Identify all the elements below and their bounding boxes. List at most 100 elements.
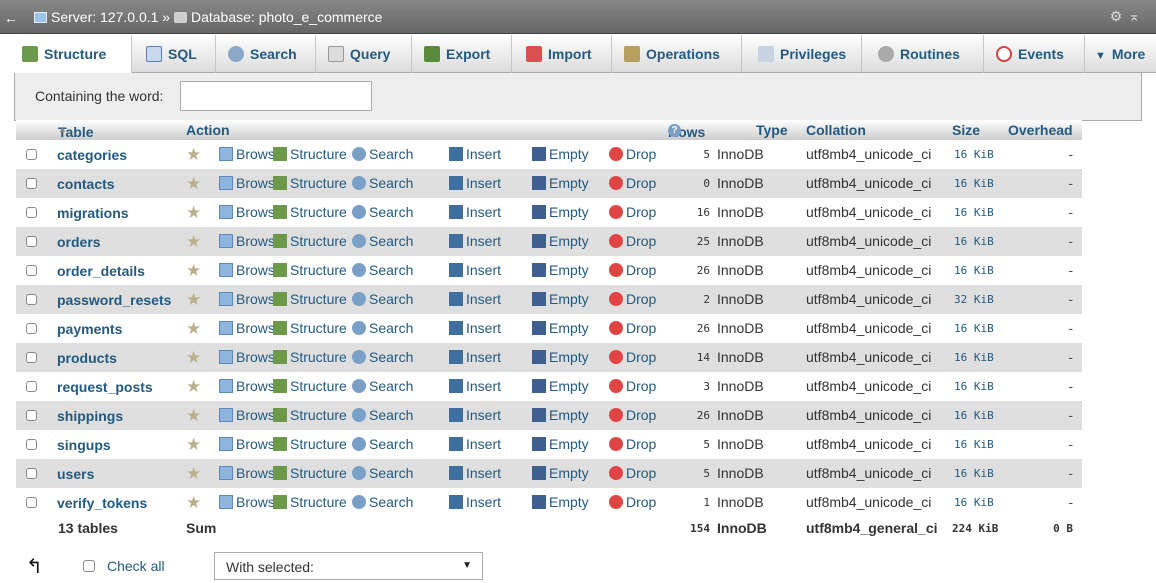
action-search[interactable]: Search xyxy=(352,204,413,220)
favorite-star-icon[interactable]: ★ xyxy=(186,319,201,339)
action-empty[interactable]: Empty xyxy=(532,320,589,336)
row-checkbox[interactable] xyxy=(26,439,37,450)
breadcrumb-database[interactable]: Database: photo_e_commerce xyxy=(191,9,382,25)
action-search[interactable]: Search xyxy=(352,349,413,365)
action-structure[interactable]: Structure xyxy=(273,349,347,365)
table-name-link[interactable]: orders xyxy=(57,234,101,250)
action-empty[interactable]: Empty xyxy=(532,349,589,365)
table-size[interactable]: 16 KiB xyxy=(954,206,994,219)
action-structure[interactable]: Structure xyxy=(273,494,347,510)
header-type[interactable]: Type xyxy=(756,122,788,138)
action-structure[interactable]: Structure xyxy=(273,320,347,336)
row-checkbox[interactable] xyxy=(26,323,37,334)
tab-privileges[interactable]: Privileges xyxy=(742,35,862,73)
action-search[interactable]: Search xyxy=(352,378,413,394)
favorite-star-icon[interactable]: ★ xyxy=(186,464,201,484)
action-search[interactable]: Search xyxy=(352,291,413,307)
favorite-star-icon[interactable]: ★ xyxy=(186,377,201,397)
action-insert[interactable]: Insert xyxy=(449,291,501,307)
action-insert[interactable]: Insert xyxy=(449,436,501,452)
tab-query[interactable]: Query xyxy=(316,35,412,73)
with-selected-dropdown[interactable]: With selected: ▼ xyxy=(214,552,483,580)
action-insert[interactable]: Insert xyxy=(449,204,501,220)
collapse-top-icon[interactable]: ⌅ xyxy=(1128,8,1146,24)
filter-input[interactable] xyxy=(180,81,372,111)
favorite-star-icon[interactable]: ★ xyxy=(186,493,201,513)
table-name-link[interactable]: shippings xyxy=(57,408,123,424)
help-icon[interactable]: ? xyxy=(668,124,681,137)
tab-structure[interactable]: Structure xyxy=(12,35,132,73)
action-empty[interactable]: Empty xyxy=(532,204,589,220)
action-search[interactable]: Search xyxy=(352,436,413,452)
action-structure[interactable]: Structure xyxy=(273,262,347,278)
action-insert[interactable]: Insert xyxy=(449,175,501,191)
table-size[interactable]: 16 KiB xyxy=(954,409,994,422)
table-name-link[interactable]: products xyxy=(57,350,117,366)
row-checkbox[interactable] xyxy=(26,468,37,479)
header-collation[interactable]: Collation xyxy=(806,122,866,138)
action-insert[interactable]: Insert xyxy=(449,146,501,162)
action-search[interactable]: Search xyxy=(352,407,413,423)
header-size[interactable]: Size xyxy=(952,122,980,138)
tab-sql[interactable]: SQL xyxy=(132,35,216,73)
action-search[interactable]: Search xyxy=(352,233,413,249)
table-name-link[interactable]: request_posts xyxy=(57,379,153,395)
favorite-star-icon[interactable]: ★ xyxy=(186,261,201,281)
action-empty[interactable]: Empty xyxy=(532,494,589,510)
table-size[interactable]: 32 KiB xyxy=(954,293,994,306)
action-structure[interactable]: Structure xyxy=(273,146,347,162)
table-name-link[interactable]: verify_tokens xyxy=(57,495,147,511)
row-checkbox[interactable] xyxy=(26,381,37,392)
favorite-star-icon[interactable]: ★ xyxy=(186,406,201,426)
table-name-link[interactable]: payments xyxy=(57,321,122,337)
action-search[interactable]: Search xyxy=(352,175,413,191)
action-insert[interactable]: Insert xyxy=(449,320,501,336)
row-checkbox[interactable] xyxy=(26,236,37,247)
action-structure[interactable]: Structure xyxy=(273,291,347,307)
action-insert[interactable]: Insert xyxy=(449,465,501,481)
row-checkbox[interactable] xyxy=(26,410,37,421)
table-name-link[interactable]: singups xyxy=(57,437,111,453)
row-checkbox[interactable] xyxy=(26,207,37,218)
action-insert[interactable]: Insert xyxy=(449,378,501,394)
action-search[interactable]: Search xyxy=(352,465,413,481)
action-empty[interactable]: Empty xyxy=(532,175,589,191)
action-search[interactable]: Search xyxy=(352,320,413,336)
action-structure[interactable]: Structure xyxy=(273,378,347,394)
row-checkbox[interactable] xyxy=(26,265,37,276)
table-size[interactable]: 16 KiB xyxy=(954,235,994,248)
tab-routines[interactable]: Routines xyxy=(862,35,984,73)
table-name-link[interactable]: users xyxy=(57,466,94,482)
row-checkbox[interactable] xyxy=(26,149,37,160)
action-structure[interactable]: Structure xyxy=(273,233,347,249)
row-checkbox[interactable] xyxy=(26,178,37,189)
action-structure[interactable]: Structure xyxy=(273,175,347,191)
action-structure[interactable]: Structure xyxy=(273,204,347,220)
action-empty[interactable]: Empty xyxy=(532,146,589,162)
favorite-star-icon[interactable]: ★ xyxy=(186,290,201,310)
tab-search[interactable]: Search xyxy=(216,35,316,73)
favorite-star-icon[interactable]: ★ xyxy=(186,174,201,194)
tab-more[interactable]: ▼ More xyxy=(1085,35,1156,73)
check-all-checkbox[interactable] xyxy=(83,560,95,572)
row-checkbox[interactable] xyxy=(26,294,37,305)
table-size[interactable]: 16 KiB xyxy=(954,467,994,480)
favorite-star-icon[interactable]: ★ xyxy=(186,203,201,223)
tab-export[interactable]: Export xyxy=(412,35,512,73)
favorite-star-icon[interactable]: ★ xyxy=(186,435,201,455)
action-empty[interactable]: Empty xyxy=(532,436,589,452)
table-name-link[interactable]: order_details xyxy=(57,263,145,279)
table-name-link[interactable]: migrations xyxy=(57,205,129,221)
row-checkbox[interactable] xyxy=(26,497,37,508)
action-insert[interactable]: Insert xyxy=(449,349,501,365)
favorite-star-icon[interactable]: ★ xyxy=(186,145,201,165)
action-search[interactable]: Search xyxy=(352,494,413,510)
header-overhead[interactable]: Overhead xyxy=(1008,122,1073,138)
table-name-link[interactable]: contacts xyxy=(57,176,115,192)
action-empty[interactable]: Empty xyxy=(532,378,589,394)
action-empty[interactable]: Empty xyxy=(532,233,589,249)
action-empty[interactable]: Empty xyxy=(532,407,589,423)
breadcrumb-server[interactable]: Server: 127.0.0.1 xyxy=(51,9,158,25)
action-empty[interactable]: Empty xyxy=(532,262,589,278)
table-name-link[interactable]: categories xyxy=(57,147,127,163)
